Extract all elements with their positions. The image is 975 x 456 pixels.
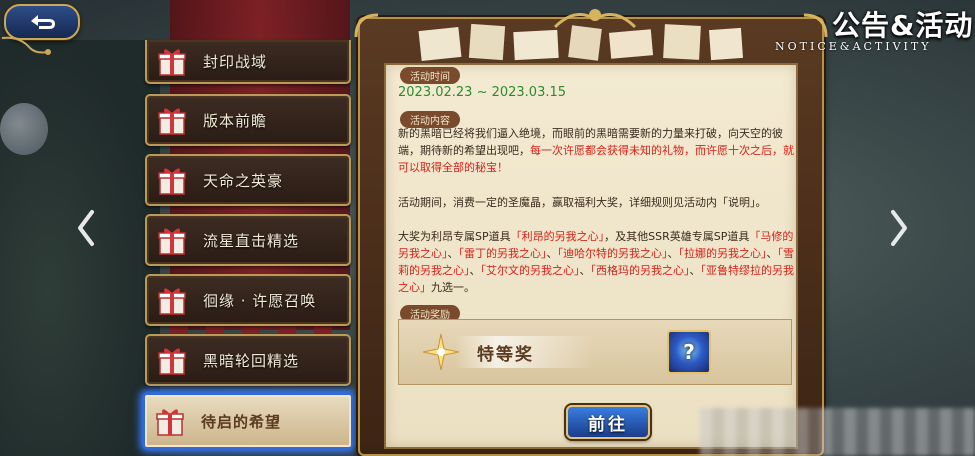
- chevron-right-icon[interactable]: [887, 208, 911, 248]
- time-tag: 活动时间: [400, 67, 460, 84]
- notice-paper: 活动时间 2023.02.23 ~ 2023.03.15 活动内容 新的黑暗已经…: [384, 63, 798, 449]
- gold-crest-ornament: [553, 9, 637, 29]
- blurred-watermark: [700, 408, 975, 456]
- menu-item-label: 徊缘 · 许愿召唤: [203, 291, 317, 310]
- chevron-left-icon[interactable]: [74, 208, 98, 248]
- page-subtitle: NOTICE&ACTIVITY: [775, 40, 932, 53]
- gift-box-icon: [158, 49, 186, 76]
- menu-item-label: 封印战域: [203, 52, 268, 71]
- activity-menu: 封印战域 版本前瞻 天命之英豪 流星直击精选 徊缘 · 许愿召唤 黑暗轮回精选 …: [142, 40, 356, 456]
- gift-box-icon: [158, 108, 186, 135]
- menu-item-label: 版本前瞻: [203, 111, 268, 130]
- paragraph-rewards: 大奖为利昂专属SP道具「利昂的另我之心」，及其他SSR英雄专属SP道具「马修的另…: [398, 229, 794, 295]
- menu-item-label: 天命之英豪: [203, 171, 284, 190]
- menu-item-awaiting-hope[interactable]: 待启的希望: [142, 392, 354, 450]
- gift-box-icon: [158, 348, 186, 375]
- gift-box-icon: [158, 288, 186, 315]
- menu-item-dark-cycle[interactable]: 黑暗轮回精选: [145, 334, 351, 386]
- reward-name: 特等奖: [477, 345, 534, 365]
- go-button[interactable]: 前往: [566, 405, 650, 439]
- menu-item-destiny-heroes[interactable]: 天命之英豪: [145, 154, 351, 206]
- question-mark-orb-icon[interactable]: ?: [667, 330, 711, 374]
- event-date-range: 2023.02.23 ~ 2023.03.15: [398, 85, 567, 100]
- notice-body: 新的黑暗已经将我们逼入绝境，而眼前的黑暗需要新的力量来打破，向天空的彼端，期待新…: [398, 125, 796, 314]
- paragraph-intro: 新的黑暗已经将我们逼入绝境，而眼前的黑暗需要新的力量来打破，向天空的彼端，期待新…: [398, 127, 794, 175]
- menu-item-wish-summon[interactable]: 徊缘 · 许愿召唤: [145, 274, 351, 326]
- gift-box-icon: [158, 228, 186, 255]
- menu-item-label: 流星直击精选: [203, 231, 300, 250]
- corner-ornament: [354, 13, 379, 38]
- menu-item-version-preview[interactable]: 版本前瞻: [145, 94, 351, 146]
- page-title: 公告&活动: [832, 9, 974, 42]
- notice-panel: 活动时间 2023.02.23 ~ 2023.03.15 活动内容 新的黑暗已经…: [354, 9, 828, 456]
- corner-ornament: [1, 36, 51, 55]
- gift-box-icon: [156, 409, 184, 436]
- menu-item-label: 黑暗轮回精选: [203, 351, 300, 370]
- paragraph-rules: 活动期间，消费一定的圣魔晶，赢取福利大奖，详细规则见活动内「说明」。: [398, 195, 767, 209]
- gift-box-icon: [158, 168, 186, 195]
- menu-item-label: 待启的希望: [201, 412, 282, 431]
- menu-item-meteor-strike[interactable]: 流星直击精选: [145, 214, 351, 266]
- menu-item-seal-battle[interactable]: 封印战域: [145, 40, 351, 84]
- corner-ornament: [803, 13, 828, 38]
- reward-box: 特等奖 ?: [398, 319, 792, 385]
- return-arrow-icon: [31, 15, 55, 29]
- side-knob-decoration: [0, 103, 48, 155]
